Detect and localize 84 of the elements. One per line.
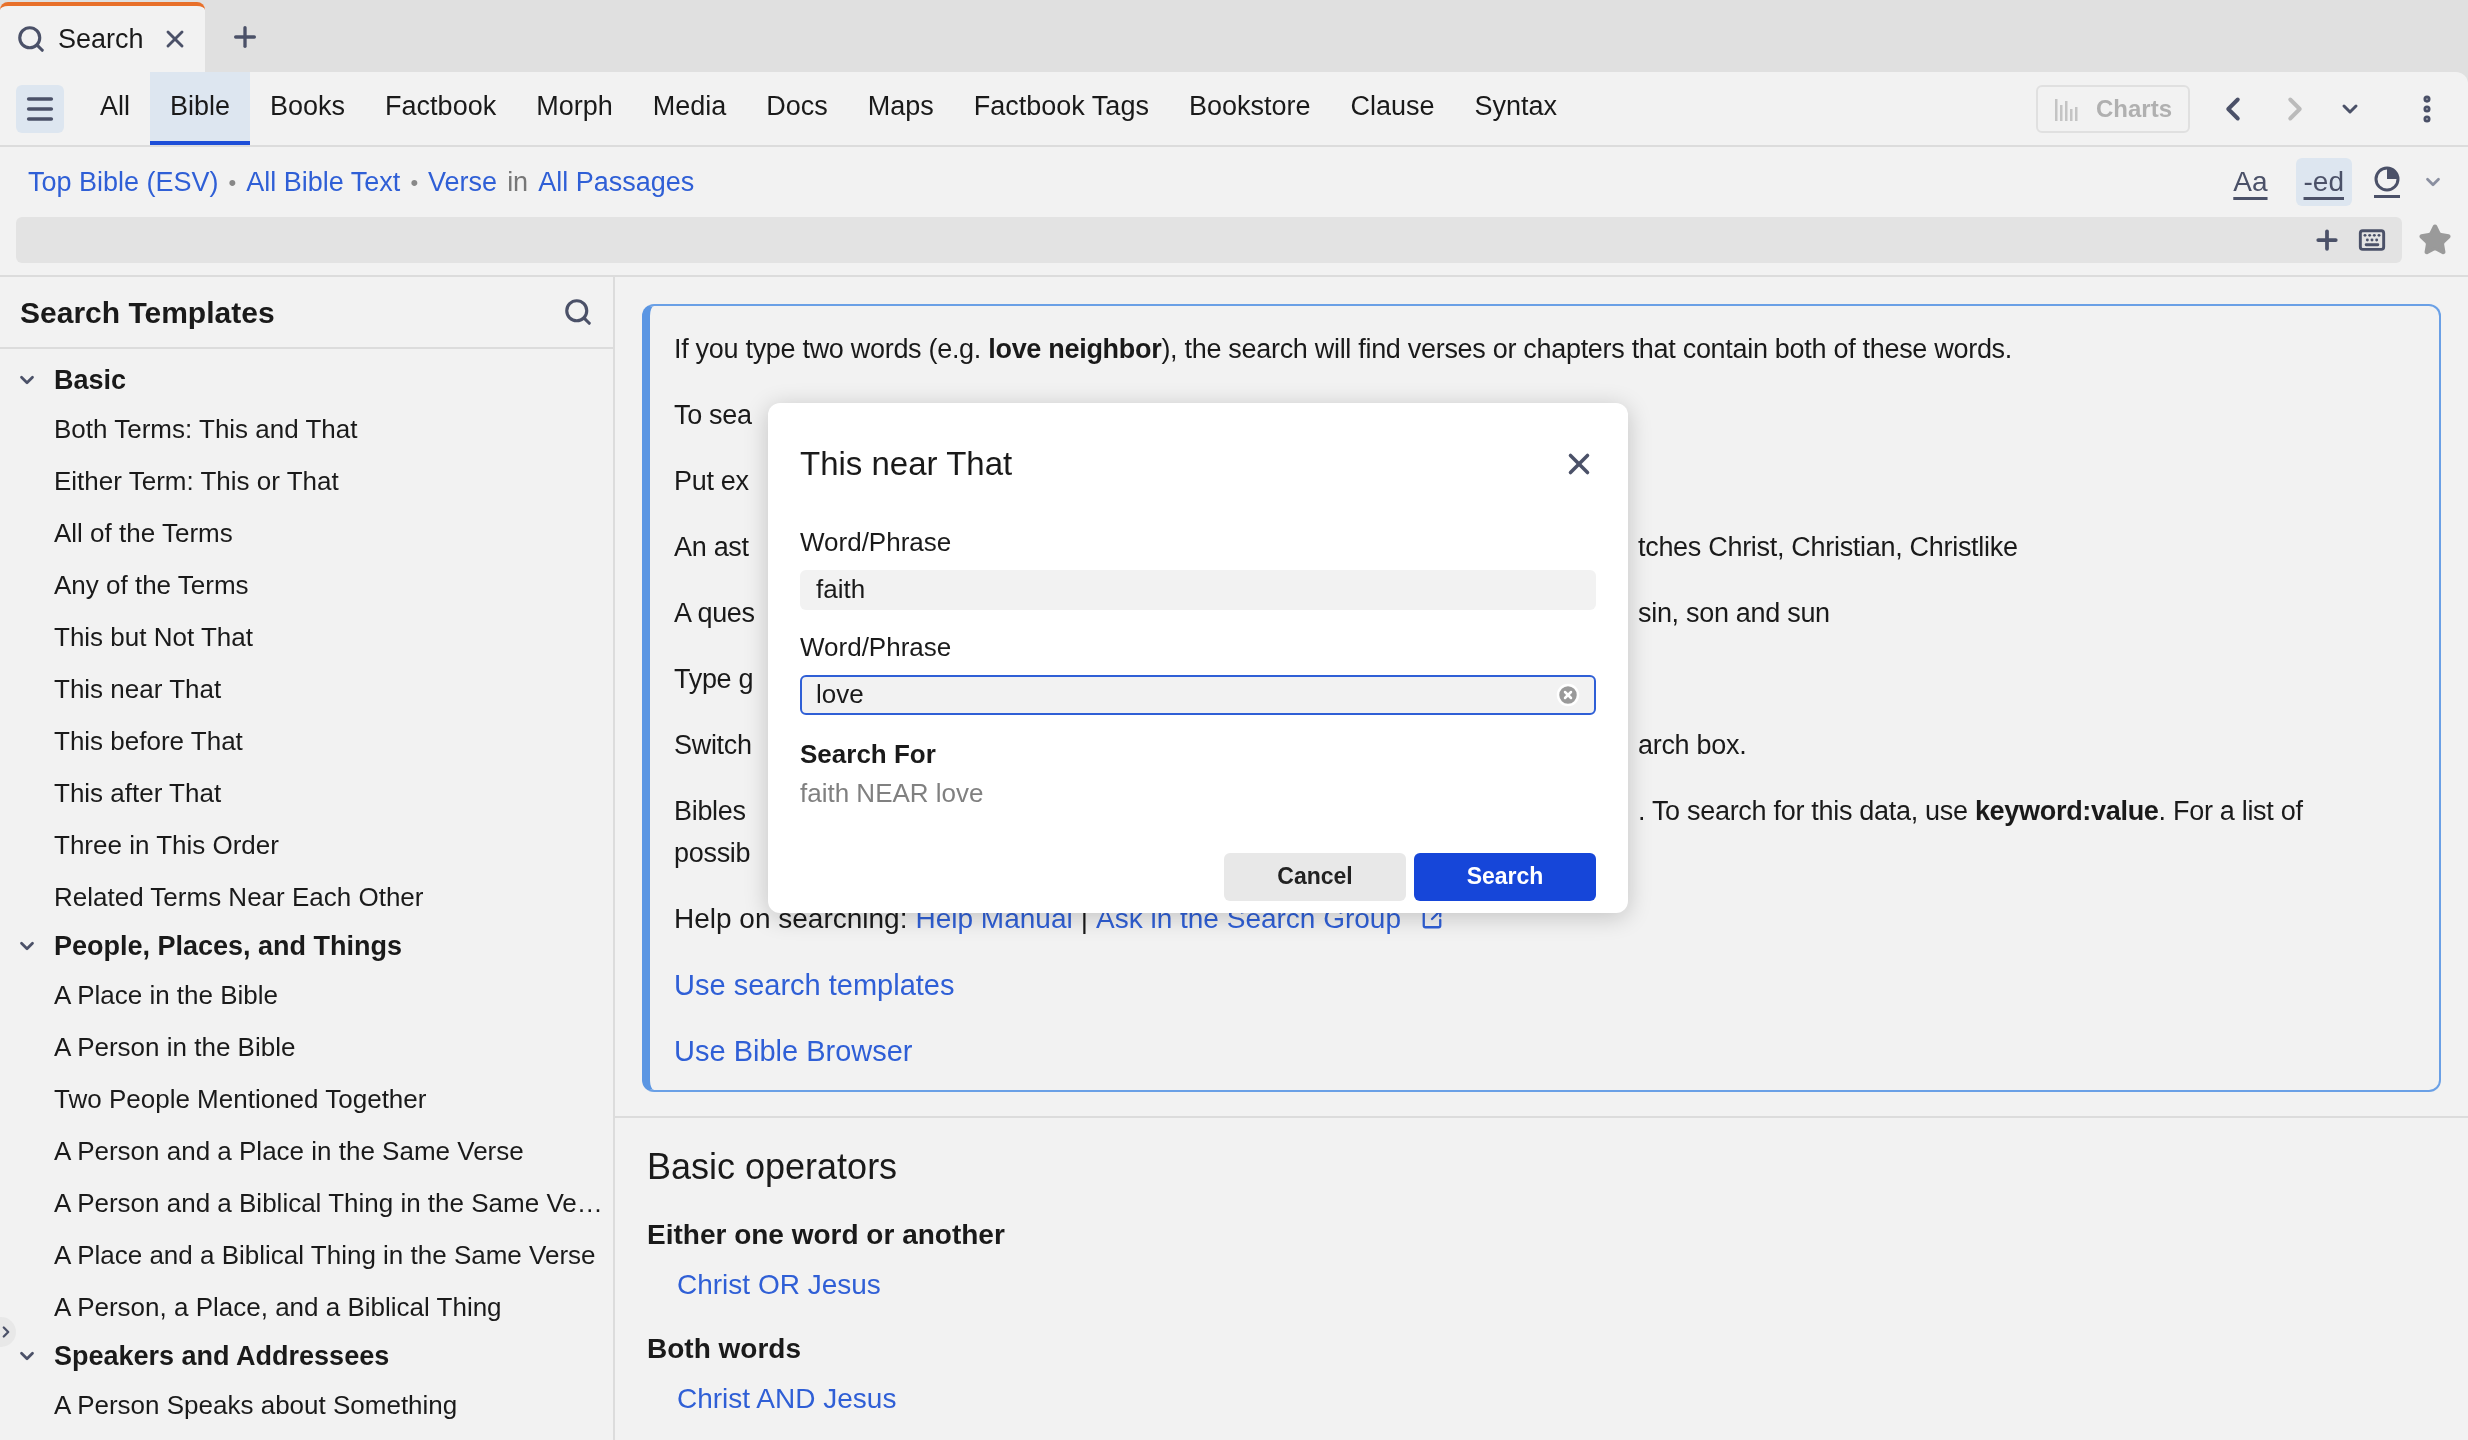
category-tab[interactable]: Docs (746, 72, 848, 145)
dialog-button[interactable]: Search (1414, 852, 1596, 901)
template-item[interactable]: A Person Speaks about Something (0, 1379, 613, 1431)
field-label: Word/Phrase (800, 630, 953, 664)
help-label: Help on searching: (674, 902, 908, 936)
scope-link[interactable]: All Bible Text (246, 161, 401, 203)
scope-text: in (507, 165, 529, 199)
template-item[interactable]: All of the Terms (0, 507, 613, 559)
help-text: A ques (674, 598, 755, 628)
template-item[interactable]: Both Terms: This and That (0, 403, 613, 455)
word-field[interactable]: love (800, 674, 1596, 715)
example-link[interactable]: Christ OR Jesus (677, 1264, 881, 1306)
category-tab[interactable]: Books (250, 72, 366, 145)
category-tab[interactable]: Factbook (365, 72, 517, 145)
help-text: sin, son and sun (1638, 597, 1830, 630)
template-item[interactable]: Three in This Order (0, 819, 613, 871)
help-link[interactable]: Use search templates (674, 964, 955, 1006)
template-item[interactable]: A Person in the Bible (0, 1021, 613, 1073)
category-tab[interactable]: Morph (516, 72, 633, 145)
word-field[interactable]: faith (800, 569, 1596, 610)
category-tab[interactable]: Bookstore (1168, 72, 1331, 145)
help-text: An ast (674, 532, 749, 562)
template-group[interactable]: People, Places, and Things (0, 923, 613, 969)
separator-dot: • (228, 168, 237, 197)
dialog-button[interactable]: Cancel (1224, 852, 1406, 901)
template-group[interactable]: Basic (0, 357, 613, 403)
template-item[interactable]: A Person, a Place, and a Biblical Thing (0, 1281, 613, 1333)
tab-label: Search (58, 22, 144, 56)
help-text: possib (674, 837, 751, 870)
template-item[interactable]: A Person and a Place in the Same Verse (0, 1125, 613, 1177)
operator-heading: Both words (647, 1332, 802, 1366)
help-text: Bibles (674, 796, 746, 826)
star-icon[interactable] (2418, 223, 2452, 257)
help-text: To sea (674, 399, 752, 432)
field-label: Word/Phrase (800, 525, 953, 559)
operator-heading: Either one word or another (647, 1218, 1006, 1252)
category-tab[interactable]: Bible (150, 72, 251, 145)
search-tab[interactable]: Search (0, 2, 205, 72)
template-item[interactable]: A Place and a Biblical Thing in the Same Verse (0, 1229, 613, 1281)
bar-chart-icon (2053, 96, 2080, 121)
template-group[interactable]: Speakers and Addressees (0, 1333, 613, 1379)
help-text: If you type two words (e.g. love neighbor), the search will find verses or chapters that contain both of these words. (674, 333, 2012, 366)
dialog-title: This near That (800, 444, 1013, 484)
keyboard-icon[interactable] (2358, 226, 2386, 254)
view-toggle[interactable]: -ed (2295, 158, 2352, 206)
search-for-label: Search For (800, 737, 937, 771)
template-item[interactable]: This before That (0, 715, 613, 767)
help-link[interactable]: Use Bible Browser (674, 1030, 913, 1072)
help-text: tches Christ, Christian, Christlike (1638, 531, 2018, 564)
view-toggle[interactable]: Aa (2225, 158, 2276, 206)
template-item[interactable]: Either Term: This or That (0, 455, 613, 507)
template-item[interactable]: This near That (0, 663, 613, 715)
template-item[interactable]: Any of the Terms (0, 559, 613, 611)
template-item[interactable]: This after That (0, 767, 613, 819)
template-item[interactable]: A Person and a Biblical Thing in the Same Ve… (0, 1177, 613, 1229)
search-icon[interactable] (563, 297, 593, 327)
category-tab[interactable]: All (80, 72, 150, 145)
template-item[interactable]: Two People Mentioned Together (0, 1073, 613, 1125)
clear-icon[interactable] (1556, 682, 1580, 707)
sidebar-title: Search Templates (20, 294, 275, 331)
section-title: Basic operators (647, 1145, 899, 1189)
menu-button[interactable] (16, 84, 64, 133)
search-for-value: faith NEAR love (800, 776, 985, 810)
help-text: Switch (674, 730, 752, 760)
help-text: Put ex (674, 465, 749, 498)
template-item[interactable]: This but Not That (0, 611, 613, 663)
scope-link[interactable]: Top Bible (ESV) (28, 161, 219, 203)
help-text: . To search for this data, use keyword:value. For a list of (1638, 795, 2303, 828)
category-tab[interactable]: Factbook Tags (953, 72, 1169, 145)
category-tab[interactable]: Clause (1330, 72, 1455, 145)
search-icon (16, 24, 46, 54)
template-item[interactable]: Related Terms Near Each Other (0, 871, 613, 923)
help-text: Type g (674, 663, 754, 696)
scope-link[interactable]: All Passages (538, 161, 695, 203)
category-tab[interactable]: Syntax (1454, 72, 1578, 145)
separator-dot: • (410, 168, 419, 197)
category-tab[interactable]: Maps (847, 72, 954, 145)
category-tab[interactable]: Media (632, 72, 747, 145)
example-link[interactable]: Christ AND Jesus (677, 1378, 897, 1420)
template-item[interactable]: A Place in the Bible (0, 969, 613, 1021)
search-field[interactable] (16, 217, 2402, 263)
scope-link[interactable]: Verse (428, 161, 498, 203)
help-text: arch box. (1638, 729, 1747, 762)
contrast-icon (2372, 165, 2402, 199)
